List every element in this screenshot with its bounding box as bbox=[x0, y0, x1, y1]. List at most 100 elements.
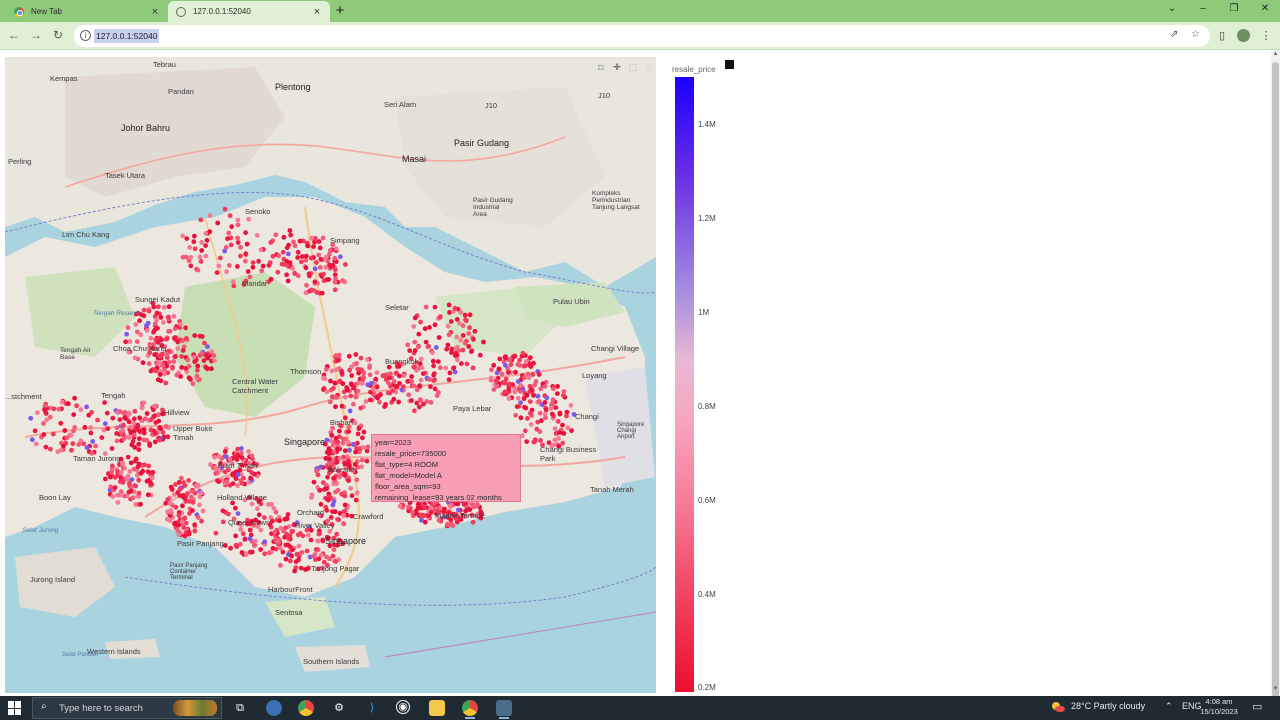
price-point[interactable] bbox=[126, 419, 132, 425]
price-point[interactable] bbox=[358, 367, 364, 373]
price-point[interactable] bbox=[313, 547, 319, 552]
price-point[interactable] bbox=[348, 485, 354, 491]
price-point[interactable] bbox=[256, 512, 262, 518]
price-point[interactable] bbox=[191, 239, 197, 245]
price-point[interactable] bbox=[437, 365, 443, 371]
price-point[interactable] bbox=[499, 371, 505, 377]
price-point[interactable] bbox=[426, 343, 431, 349]
price-point[interactable] bbox=[346, 353, 352, 359]
price-point[interactable] bbox=[262, 539, 268, 545]
price-point[interactable] bbox=[186, 375, 192, 381]
price-point[interactable] bbox=[502, 354, 508, 360]
price-point[interactable] bbox=[458, 337, 464, 343]
price-point[interactable] bbox=[252, 471, 257, 477]
price-point[interactable] bbox=[346, 429, 351, 434]
price-point[interactable] bbox=[451, 365, 457, 371]
price-point[interactable] bbox=[235, 217, 241, 223]
price-point[interactable] bbox=[543, 415, 548, 421]
price-point[interactable] bbox=[258, 247, 264, 253]
price-point[interactable] bbox=[166, 328, 171, 334]
price-point[interactable] bbox=[133, 322, 139, 327]
price-point[interactable] bbox=[364, 448, 370, 454]
price-point[interactable] bbox=[185, 491, 190, 497]
price-point[interactable] bbox=[493, 378, 499, 384]
price-point[interactable] bbox=[560, 422, 565, 428]
price-point[interactable] bbox=[142, 462, 148, 468]
vscode-icon[interactable]: ⟩ bbox=[364, 700, 380, 716]
price-point[interactable] bbox=[144, 411, 150, 416]
scroll-up-icon[interactable]: ▲ bbox=[1272, 51, 1279, 57]
price-point[interactable] bbox=[363, 399, 369, 404]
price-point[interactable] bbox=[41, 421, 46, 426]
price-point[interactable] bbox=[41, 432, 47, 437]
price-point[interactable] bbox=[464, 361, 470, 367]
price-point[interactable] bbox=[208, 462, 213, 467]
price-point[interactable] bbox=[195, 267, 201, 273]
price-point[interactable] bbox=[250, 260, 256, 265]
price-point[interactable] bbox=[176, 513, 182, 518]
price-point[interactable] bbox=[417, 404, 422, 410]
price-point[interactable] bbox=[122, 465, 128, 471]
price-point[interactable] bbox=[173, 482, 178, 487]
price-point[interactable] bbox=[154, 310, 160, 316]
price-point[interactable] bbox=[235, 511, 241, 516]
price-point[interactable] bbox=[332, 255, 338, 261]
app2-icon[interactable] bbox=[496, 700, 512, 719]
price-point[interactable] bbox=[48, 446, 53, 452]
price-point[interactable] bbox=[204, 365, 209, 371]
price-point[interactable] bbox=[166, 359, 172, 365]
price-point[interactable] bbox=[179, 354, 185, 359]
price-point[interactable] bbox=[324, 437, 330, 443]
price-point[interactable] bbox=[186, 363, 192, 369]
price-point[interactable] bbox=[356, 426, 362, 431]
price-point[interactable] bbox=[314, 290, 320, 295]
taskbar-search[interactable]: ⌕ Type here to search bbox=[32, 697, 222, 719]
price-point[interactable] bbox=[146, 463, 152, 469]
price-point[interactable] bbox=[181, 480, 187, 486]
price-point[interactable] bbox=[89, 410, 94, 415]
price-point[interactable] bbox=[273, 536, 279, 542]
price-point[interactable] bbox=[235, 240, 241, 245]
price-point[interactable] bbox=[283, 542, 289, 548]
price-point[interactable] bbox=[171, 359, 177, 364]
price-point[interactable] bbox=[292, 243, 298, 249]
price-point[interactable] bbox=[449, 346, 455, 352]
price-point[interactable] bbox=[183, 325, 189, 331]
price-point[interactable] bbox=[346, 478, 351, 483]
price-point[interactable] bbox=[122, 409, 128, 415]
price-point[interactable] bbox=[311, 479, 317, 485]
price-point[interactable] bbox=[124, 331, 129, 337]
price-point[interactable] bbox=[132, 408, 138, 414]
price-point[interactable] bbox=[214, 270, 220, 275]
price-point[interactable] bbox=[233, 542, 239, 548]
price-point[interactable] bbox=[231, 455, 237, 461]
price-point[interactable] bbox=[185, 357, 191, 363]
price-point[interactable] bbox=[397, 503, 403, 509]
price-point[interactable] bbox=[182, 515, 188, 521]
price-point[interactable] bbox=[137, 436, 142, 442]
price-point[interactable] bbox=[212, 358, 218, 363]
price-point[interactable] bbox=[135, 329, 140, 335]
price-point[interactable] bbox=[417, 383, 423, 389]
price-point[interactable] bbox=[33, 441, 39, 447]
price-point[interactable] bbox=[418, 397, 424, 403]
price-point[interactable] bbox=[125, 454, 131, 460]
price-point[interactable] bbox=[414, 400, 420, 406]
price-point[interactable] bbox=[431, 371, 437, 376]
price-point[interactable] bbox=[505, 370, 511, 375]
price-point[interactable] bbox=[167, 500, 173, 506]
price-point[interactable] bbox=[532, 382, 537, 388]
price-point[interactable] bbox=[358, 405, 364, 411]
price-point[interactable] bbox=[411, 324, 417, 329]
price-point[interactable] bbox=[148, 417, 154, 423]
price-point[interactable] bbox=[153, 420, 159, 425]
price-point[interactable] bbox=[322, 487, 327, 492]
price-point[interactable] bbox=[166, 314, 171, 320]
restore-button[interactable]: ❐ bbox=[1227, 3, 1241, 14]
price-point[interactable] bbox=[238, 253, 243, 259]
price-point[interactable] bbox=[538, 438, 543, 443]
price-point[interactable] bbox=[157, 425, 163, 430]
price-point[interactable] bbox=[387, 375, 392, 381]
price-point[interactable] bbox=[88, 425, 94, 430]
lasso-icon[interactable]: ◌ bbox=[644, 62, 654, 73]
